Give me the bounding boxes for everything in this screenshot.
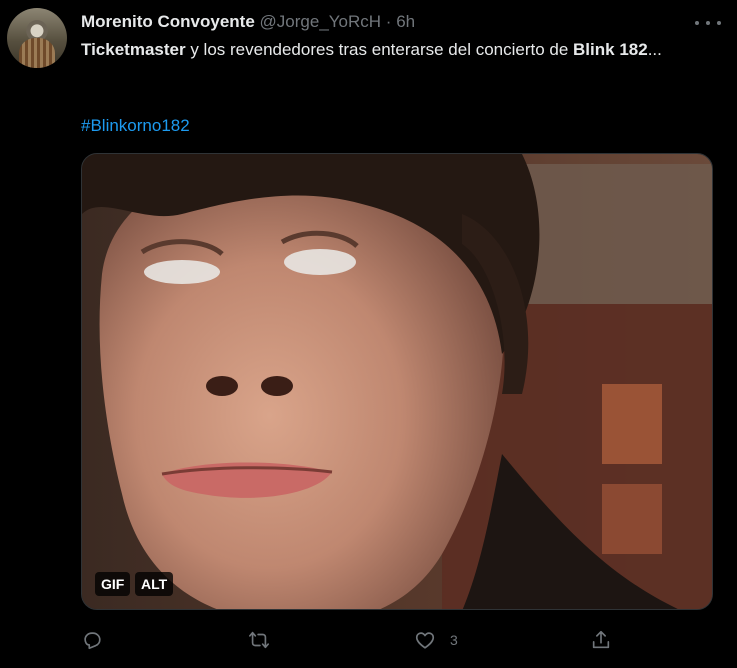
- avatar-figure: [19, 38, 55, 68]
- gif-badge[interactable]: GIF: [95, 572, 131, 596]
- like-count: 3: [450, 632, 458, 648]
- tweet-actions: 3: [0, 626, 737, 656]
- separator-dot: ·: [385, 12, 392, 31]
- alt-text-badge[interactable]: ALT: [135, 572, 174, 596]
- mention-blink-182: Blink 182: [573, 40, 648, 59]
- retweet-button[interactable]: [248, 626, 270, 654]
- reply-icon: [84, 632, 101, 650]
- gif-frame-image: [82, 154, 712, 609]
- gif-media[interactable]: [81, 153, 713, 610]
- tweet-text-middle: y los revendedores tras enterarse del co…: [185, 40, 574, 59]
- mention-ticketmaster: Ticketmaster: [81, 40, 186, 59]
- tweet[interactable]: Morenito Convoyente @Jorge_YoRcH · 6h Ti…: [0, 0, 737, 668]
- tweet-header: Morenito Convoyente @Jorge_YoRcH · 6h: [81, 12, 415, 32]
- more-dot: [717, 21, 721, 25]
- more-dot: [695, 21, 699, 25]
- hashtag-link[interactable]: #Blinkorno182: [81, 114, 190, 138]
- more-options-icon[interactable]: [695, 14, 721, 32]
- more-dot: [706, 21, 710, 25]
- avatar[interactable]: [7, 8, 67, 68]
- tweet-timestamp[interactable]: 6h: [396, 12, 415, 31]
- share-button[interactable]: [590, 626, 612, 654]
- tweet-text-ellipsis: ...: [647, 40, 662, 59]
- reply-button[interactable]: [81, 626, 103, 654]
- author-handle[interactable]: @Jorge_YoRcH: [260, 12, 382, 31]
- share-icon: [592, 630, 610, 649]
- author-display-name[interactable]: Morenito Convoyente: [81, 12, 255, 31]
- tweet-text: Ticketmaster y los revendedores tras ent…: [81, 38, 701, 62]
- retweet-icon: [249, 631, 269, 649]
- like-button[interactable]: 3: [414, 626, 458, 654]
- heart-icon: [415, 632, 435, 649]
